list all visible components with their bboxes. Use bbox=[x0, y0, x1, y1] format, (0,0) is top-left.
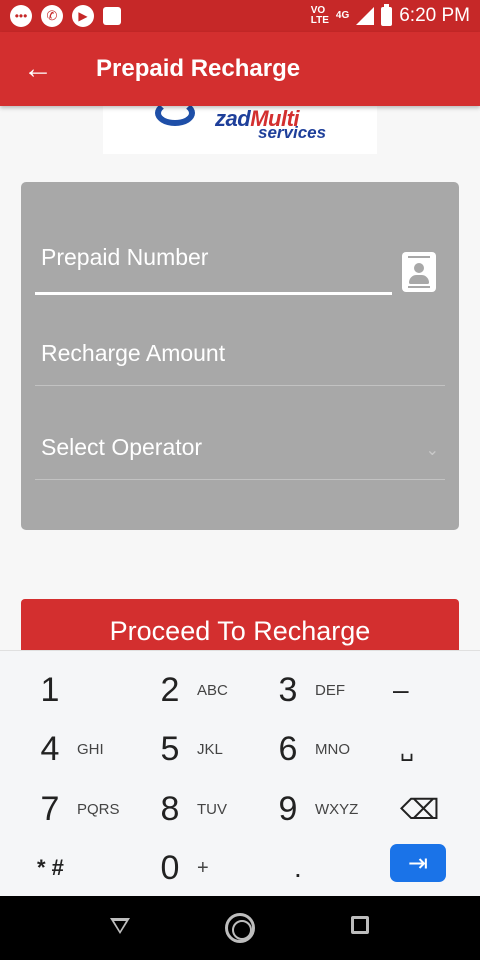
key-9[interactable]: 9 WXYZ bbox=[263, 779, 383, 839]
page-title: Prepaid Recharge bbox=[96, 55, 301, 82]
minus-icon: – bbox=[393, 674, 409, 705]
logo-mark-icon bbox=[155, 106, 195, 126]
app-screen: ••• ✆ ▶ VO LTE 4G 6:20 PM ← Prepaid Recha… bbox=[0, 0, 480, 960]
contact-picker-icon[interactable] bbox=[402, 252, 436, 292]
key-6[interactable]: 6 MNO bbox=[263, 719, 383, 779]
recharge-amount-underline bbox=[35, 385, 445, 386]
key-backspace[interactable]: ⌫ bbox=[400, 779, 480, 839]
prepaid-number-placeholder: Prepaid Number bbox=[41, 244, 209, 270]
network-type: 4G bbox=[335, 10, 350, 21]
space-icon: ␣ bbox=[400, 736, 414, 761]
key-3[interactable]: 3 DEF bbox=[263, 660, 383, 720]
clock: 6:20 PM bbox=[399, 5, 470, 26]
image-icon bbox=[103, 7, 121, 25]
back-button[interactable]: ← bbox=[0, 32, 76, 106]
key-2-letters: ABC bbox=[197, 681, 228, 699]
recharge-amount-placeholder: Recharge Amount bbox=[41, 340, 226, 366]
signal-icon bbox=[356, 7, 375, 25]
volte-icon: VO LTE bbox=[311, 6, 329, 26]
arrow-left-icon: ← bbox=[23, 52, 53, 85]
key-9-digit: 9 bbox=[278, 789, 298, 828]
chevron-down-icon: ⌄ bbox=[425, 442, 439, 459]
operator-underline bbox=[35, 479, 445, 480]
messaging-icon: ••• bbox=[10, 5, 32, 27]
key-8-digit: 8 bbox=[160, 789, 180, 828]
recharge-amount-field[interactable]: Recharge Amount bbox=[35, 340, 445, 388]
key-minus[interactable]: – bbox=[393, 660, 480, 720]
recharge-form-card: Prepaid Number Recharge Amount Select Op… bbox=[21, 182, 459, 530]
next-field-button[interactable]: ⇥ bbox=[390, 844, 446, 882]
logo-brand-main: zad bbox=[215, 106, 251, 131]
key-0-letters: + bbox=[197, 856, 209, 879]
key-7-digit: 7 bbox=[40, 789, 60, 828]
key-1[interactable]: 1 bbox=[25, 660, 145, 720]
key-3-letters: DEF bbox=[315, 681, 345, 699]
app-bar: ← Prepaid Recharge bbox=[0, 32, 480, 106]
key-0-digit: 0 bbox=[160, 848, 180, 887]
contact-picker-top-line bbox=[408, 256, 430, 258]
key-5-digit: 5 bbox=[160, 729, 180, 768]
operator-placeholder: Select Operator bbox=[41, 434, 203, 460]
key-6-letters: MNO bbox=[315, 740, 350, 758]
key-6-digit: 6 bbox=[278, 729, 298, 768]
key-0[interactable]: 0 + bbox=[145, 838, 265, 898]
key-9-letters: WXYZ bbox=[315, 800, 359, 818]
star-hash-text: * # bbox=[37, 855, 64, 880]
phone-icon: ✆ bbox=[41, 5, 63, 27]
key-space[interactable]: ␣ bbox=[400, 719, 480, 779]
backspace-icon: ⌫ bbox=[400, 793, 440, 825]
play-icon: ▶ bbox=[72, 5, 94, 27]
status-bar: ••• ✆ ▶ VO LTE 4G 6:20 PM bbox=[0, 0, 480, 32]
key-7[interactable]: 7 PQRS bbox=[25, 779, 145, 839]
key-5-letters: JKL bbox=[197, 740, 223, 758]
battery-icon bbox=[381, 3, 393, 26]
key-1-digit: 1 bbox=[40, 670, 60, 709]
numeric-keypad: 1 2 ABC 3 DEF – 4 GHI 5 JKL 6 MNO ␣ 7 PQRS 8 TU… bbox=[0, 650, 480, 896]
key-4[interactable]: 4 GHI bbox=[25, 719, 145, 779]
contact-picker-bottom-line bbox=[408, 286, 430, 288]
tab-arrow-icon: ⇥ bbox=[407, 849, 429, 877]
key-2-digit: 2 bbox=[160, 670, 180, 709]
key-8[interactable]: 8 TUV bbox=[145, 779, 265, 839]
prepaid-number-field[interactable]: Prepaid Number bbox=[35, 244, 445, 296]
key-5[interactable]: 5 JKL bbox=[145, 719, 265, 779]
nav-recents-icon[interactable] bbox=[351, 916, 369, 934]
key-4-letters: GHI bbox=[77, 740, 104, 758]
key-8-letters: TUV bbox=[197, 800, 227, 818]
operator-select[interactable]: Select Operator ⌄ bbox=[35, 434, 445, 482]
key-2[interactable]: 2 ABC bbox=[145, 660, 265, 720]
nav-home-icon[interactable] bbox=[225, 913, 255, 943]
logo-sub-text: services bbox=[258, 123, 327, 142]
dot-text: . bbox=[294, 852, 302, 883]
key-7-letters: PQRS bbox=[77, 800, 120, 818]
system-nav-bar bbox=[0, 896, 480, 960]
key-star-hash[interactable]: * # bbox=[37, 838, 157, 898]
nav-back-icon[interactable] bbox=[110, 918, 130, 934]
volte-bottom-text: LTE bbox=[310, 15, 329, 26]
key-4-digit: 4 bbox=[40, 729, 60, 768]
key-3-digit: 3 bbox=[278, 670, 298, 709]
brand-logo: zadMulti services bbox=[103, 106, 377, 154]
prepaid-number-underline bbox=[35, 292, 392, 295]
